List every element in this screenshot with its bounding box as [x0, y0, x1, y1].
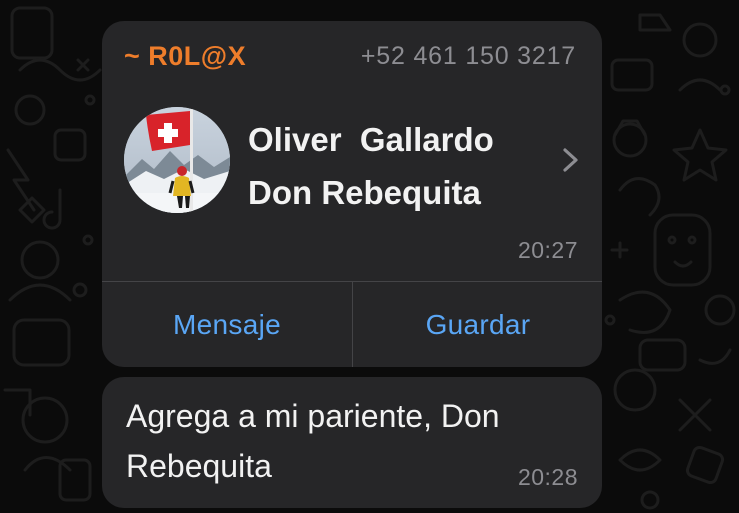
sender-phone[interactable]: +52 461 150 3217: [361, 42, 576, 71]
contact-name: Oliver Gallardo Don Rebequita: [248, 121, 503, 211]
contact-card-message: ~ R0L@X +52 461 150 3217 Oliver Gallardo…: [102, 21, 602, 367]
save-contact-button[interactable]: Guardar: [353, 282, 602, 367]
chevron-right-icon[interactable]: [560, 147, 582, 173]
contact-avatar: [124, 107, 230, 213]
sender-name[interactable]: ~ R0L@X: [124, 41, 246, 72]
message-timestamp: 20:27: [517, 237, 578, 263]
avatar-photo: [124, 107, 230, 213]
contact-details-row[interactable]: Oliver Gallardo Don Rebequita: [102, 101, 602, 221]
message-timestamp: 20:28: [517, 464, 578, 490]
text-message-bubble[interactable]: Agrega a mi pariente, Don Rebequita 20:2…: [102, 377, 602, 508]
message-contact-button[interactable]: Mensaje: [102, 282, 352, 367]
